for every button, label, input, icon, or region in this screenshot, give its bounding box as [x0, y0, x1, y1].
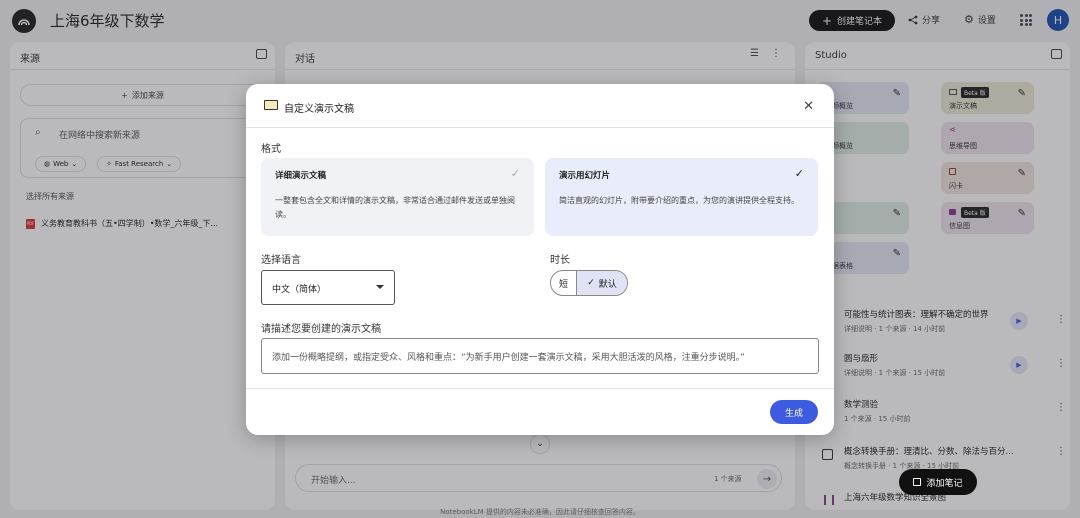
dropdown-arrow-icon	[376, 285, 384, 289]
dialog-title: 自定义演示文稿	[284, 104, 354, 115]
describe-label: 请描述您要创建的演示文稿	[261, 324, 381, 335]
add-note-label: 添加笔记	[926, 478, 963, 489]
description-input[interactable]: 添加一份概略提纲，或指定受众、风格和重点：“为新手用户创建一套演示文稿，采用大胆…	[261, 338, 819, 374]
language-label: 选择语言	[261, 255, 301, 266]
duration-label: 时长	[550, 255, 570, 266]
customize-slides-dialog: 自定义演示文稿 ✕ 格式 详细演示文稿 ✓ 一整套包含全文和详情的演示文稿，非常…	[246, 84, 834, 435]
check-icon: ✓	[510, 167, 520, 180]
close-icon[interactable]: ✕	[803, 99, 814, 114]
check-icon: ✓	[794, 167, 804, 180]
option-title: 演示用幻灯片	[559, 171, 611, 181]
check-icon: ✓	[587, 278, 595, 288]
add-note-button[interactable]: 添加笔记	[899, 469, 977, 495]
slides-icon	[264, 100, 278, 110]
option-description: 简洁直观的幻灯片，附带要介绍的重点，为您的演讲提供全程支持。	[559, 196, 799, 205]
language-select[interactable]: 中文（简体）	[261, 270, 395, 305]
option-description: 一整套包含全文和详情的演示文稿，非常适合通过邮件发送或单独阅读。	[275, 196, 515, 219]
language-value: 中文（简体）	[272, 285, 327, 295]
dialog-header: 自定义演示文稿 ✕	[246, 84, 834, 128]
duration-short-option[interactable]: 短	[551, 271, 577, 295]
option-title: 详细演示文稿	[275, 171, 327, 181]
format-label: 格式	[261, 144, 281, 155]
format-option-presenter[interactable]: 演示用幻灯片 ✓ 简洁直观的幻灯片，附带要介绍的重点，为您的演讲提供全程支持。	[545, 158, 818, 236]
dialog-footer-divider	[246, 388, 834, 389]
duration-toggle: 短 ✓ 默认	[550, 270, 628, 296]
note-icon	[913, 478, 922, 486]
duration-default-option[interactable]: ✓ 默认	[577, 271, 627, 295]
format-option-detailed[interactable]: 详细演示文稿 ✓ 一整套包含全文和详情的演示文稿，非常适合通过邮件发送或单独阅读…	[261, 158, 534, 236]
generate-button[interactable]: 生成	[770, 400, 818, 424]
duration-default-label: 默认	[598, 279, 617, 290]
